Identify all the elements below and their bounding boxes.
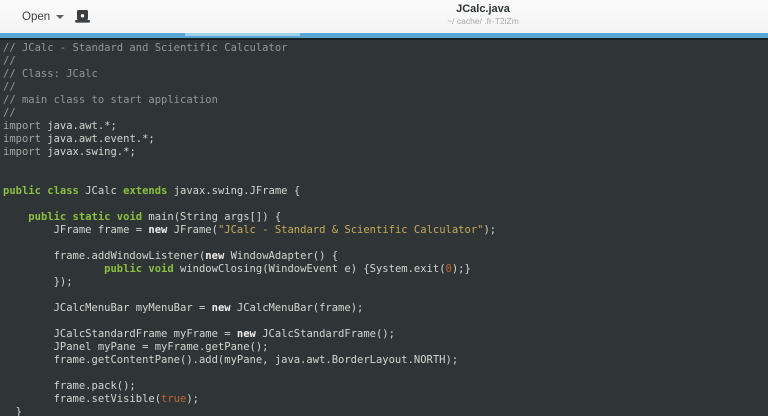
code-token: JCalcStandardFrame(); xyxy=(255,328,395,340)
code-line: // xyxy=(3,107,768,120)
code-line: // xyxy=(3,81,768,94)
code-token: frame.pack(); xyxy=(3,380,136,392)
code-line: frame.setVisible(true); xyxy=(3,393,768,406)
code-line: JPanel myPane = myFrame.getPane(); xyxy=(3,341,768,354)
code-token: java.awt.*; xyxy=(47,120,117,132)
code-token: JFrame( xyxy=(167,224,218,236)
code-line: // xyxy=(3,55,768,68)
code-token: JFrame frame = xyxy=(3,224,149,236)
code-line: frame.pack(); xyxy=(3,380,768,393)
code-token: WindowAdapter() { xyxy=(224,250,339,262)
window-title-block: JCalc.java ~/ cache/ .fr-T2iZm xyxy=(447,3,519,26)
header-bar: Open JCalc.java ~/ cache/ .fr-T2iZm xyxy=(0,0,768,33)
code-line: public void windowClosing(WindowEvent e)… xyxy=(3,263,768,276)
laptop-icon-button[interactable] xyxy=(68,5,96,28)
code-line: // JCalc - Standard and Scientific Calcu… xyxy=(3,42,768,55)
code-token: public class xyxy=(3,185,86,197)
code-token: import xyxy=(3,133,48,145)
code-token: new xyxy=(148,224,168,236)
code-token: main(String args[]) { xyxy=(148,211,282,223)
code-token: JCalc xyxy=(85,185,124,197)
code-token: }); xyxy=(3,276,73,288)
code-token: JCalcMenuBar myMenuBar = xyxy=(3,302,212,314)
code-token: import xyxy=(3,146,48,158)
code-token: java.awt.event.*; xyxy=(47,133,155,145)
code-line: public static void main(String args[]) { xyxy=(3,211,768,224)
code-token: extends xyxy=(123,185,168,197)
code-line: } xyxy=(3,406,768,416)
editor-window: Open JCalc.java ~/ cache/ .fr-T2iZm // J… xyxy=(0,0,768,416)
laptop-icon xyxy=(74,9,91,24)
code-token: );} xyxy=(451,263,471,275)
document-title: JCalc.java xyxy=(456,3,510,15)
code-token: import xyxy=(3,120,48,132)
code-token: JPanel myPane = myFrame.getPane(); xyxy=(3,341,269,353)
code-token: windowClosing(WindowEvent e) {System.exi… xyxy=(180,263,446,275)
document-path: ~/ cache/ .fr-T2iZm xyxy=(447,16,519,26)
code-token: ); xyxy=(186,393,199,405)
code-token: JCalcMenuBar(frame); xyxy=(230,302,364,314)
code-line: // Class: JCalc xyxy=(3,68,768,81)
open-button-label: Open xyxy=(22,10,51,23)
code-token: "JCalc - Standard & Scientific Calculato… xyxy=(217,224,484,236)
code-token: new xyxy=(205,250,225,262)
code-line: frame.addWindowListener(new WindowAdapte… xyxy=(3,250,768,263)
code-line: }); xyxy=(3,276,768,289)
progress-bar xyxy=(0,33,768,38)
code-token: new xyxy=(211,302,231,314)
code-line: public class JCalc extends javax.swing.J… xyxy=(3,185,768,198)
code-token: frame.setVisible( xyxy=(3,393,162,405)
code-line: import java.awt.*; xyxy=(3,120,768,133)
code-line: frame.getContentPane().add(myPane, java.… xyxy=(3,354,768,367)
code-line: JCalcStandardFrame myFrame = new JCalcSt… xyxy=(3,328,768,341)
code-token: JCalcStandardFrame myFrame = xyxy=(3,328,237,340)
chevron-down-icon xyxy=(56,14,65,19)
code-token: true xyxy=(161,393,187,405)
code-token: frame.addWindowListener( xyxy=(3,250,206,262)
code-token: public static void xyxy=(28,211,149,223)
code-token: // JCalc - Standard and Scientific Calcu… xyxy=(3,42,288,54)
code-token: new xyxy=(236,328,256,340)
code-line: import javax.swing.*; xyxy=(3,146,768,159)
code-token: // xyxy=(3,107,16,119)
code-token: // xyxy=(3,55,16,67)
code-editor[interactable]: // JCalc - Standard and Scientific Calcu… xyxy=(0,40,768,416)
progress-bar-highlight xyxy=(185,33,300,36)
code-token: public void xyxy=(104,263,181,275)
code-token: // main class to start application xyxy=(3,94,218,106)
code-token: } xyxy=(3,406,22,416)
code-token: // xyxy=(3,81,16,93)
code-token: frame.getContentPane().add(myPane, java.… xyxy=(3,354,459,366)
code-line: JFrame frame = new JFrame("JCalc - Stand… xyxy=(3,224,768,237)
code-line: JCalcMenuBar myMenuBar = new JCalcMenuBa… xyxy=(3,302,768,315)
code-line: import java.awt.event.*; xyxy=(3,133,768,146)
code-line: // main class to start application xyxy=(3,94,768,107)
code-token: javax.swing.*; xyxy=(47,146,136,158)
code-token: javax.swing.JFrame { xyxy=(167,185,301,197)
open-button[interactable]: Open xyxy=(14,5,72,28)
code-token: ); xyxy=(483,224,497,236)
code-token: // Class: JCalc xyxy=(3,68,98,80)
